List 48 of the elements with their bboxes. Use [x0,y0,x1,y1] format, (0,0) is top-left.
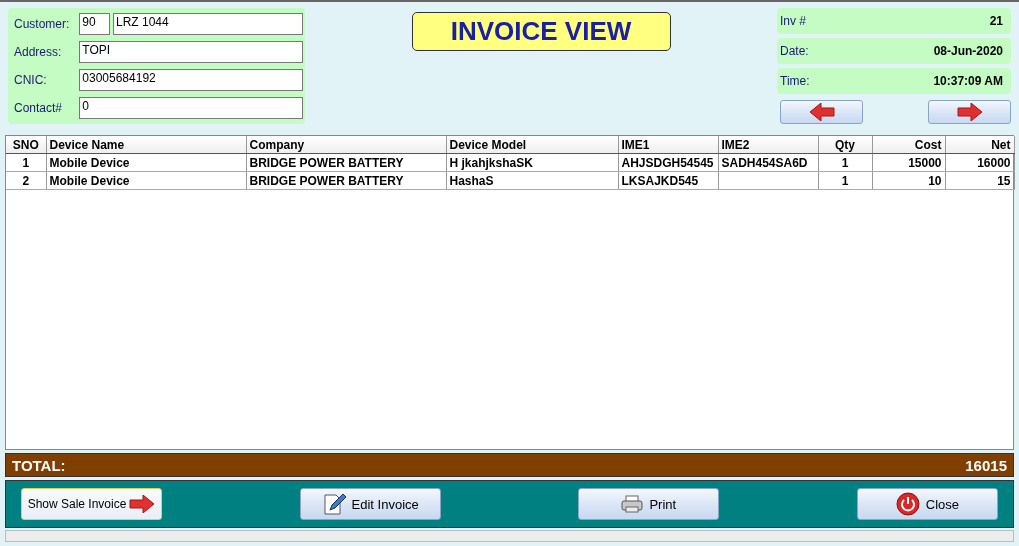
print-button[interactable]: Print [578,488,720,520]
input-field[interactable]: 03005684192 [79,69,303,91]
total-value: 16015 [965,456,1007,474]
edit-invoice-button[interactable]: Edit Invoice [299,488,441,520]
table-cell: Mobile Device [46,153,246,172]
info-label: Inv # [780,14,806,28]
info-value: 21 [989,14,1003,28]
table-cell: AHJSDGH54545 [618,153,718,172]
table-cell: LKSAJKD545 [618,171,718,190]
table-cell: 16000 [945,153,1014,172]
input-field[interactable]: 90 [79,13,110,35]
table-cell: 1 [818,171,872,190]
table-cell: 15 [945,171,1014,190]
input-field[interactable]: TOPI [79,41,303,63]
column-header[interactable]: IME1 [618,136,718,154]
column-header[interactable]: Device Model [446,136,618,154]
input-field[interactable]: LRZ 1044 [113,13,303,35]
column-header[interactable]: Company [246,136,446,154]
table-cell: H jkahjkshaSK [446,153,618,172]
table-cell: Mobile Device [46,171,246,190]
info-label: Time: [780,74,810,88]
close-button[interactable]: Close [856,488,998,520]
input-field[interactable]: 0 [79,97,303,119]
table-cell: 15000 [872,153,945,172]
column-header[interactable]: Qty [818,136,872,154]
field-label: Address: [13,45,63,59]
column-header[interactable]: Net [945,136,1014,154]
column-header[interactable]: Cost [872,136,945,154]
info-value: 08-Jun-2020 [933,44,1003,58]
table-cell: 1 [818,153,872,172]
info-value: 10:37:09 AM [933,74,1003,88]
info-label: Date: [780,44,809,58]
total-label: TOTAL: [12,456,66,474]
table-cell: SADH454SA6D [718,153,818,172]
window-title: INVOICE VIEW [411,12,671,51]
table-cell: HashaS [446,171,618,190]
table-cell: 1 [6,153,46,172]
field-label: Contact# [13,101,64,115]
table-cell: 2 [6,171,46,190]
show-sale-invoice-button[interactable]: Show Sale Invoice [21,488,162,520]
field-label: Customer: [13,17,71,31]
column-header[interactable]: IME2 [718,136,818,154]
table-cell: BRIDGE POWER BATTERY [246,171,446,190]
column-header[interactable]: Device Name [46,136,246,154]
field-label: CNIC: [13,73,48,87]
column-header[interactable]: SNO [6,136,46,154]
table-cell: 10 [872,171,945,190]
table-cell: BRIDGE POWER BATTERY [246,153,446,172]
